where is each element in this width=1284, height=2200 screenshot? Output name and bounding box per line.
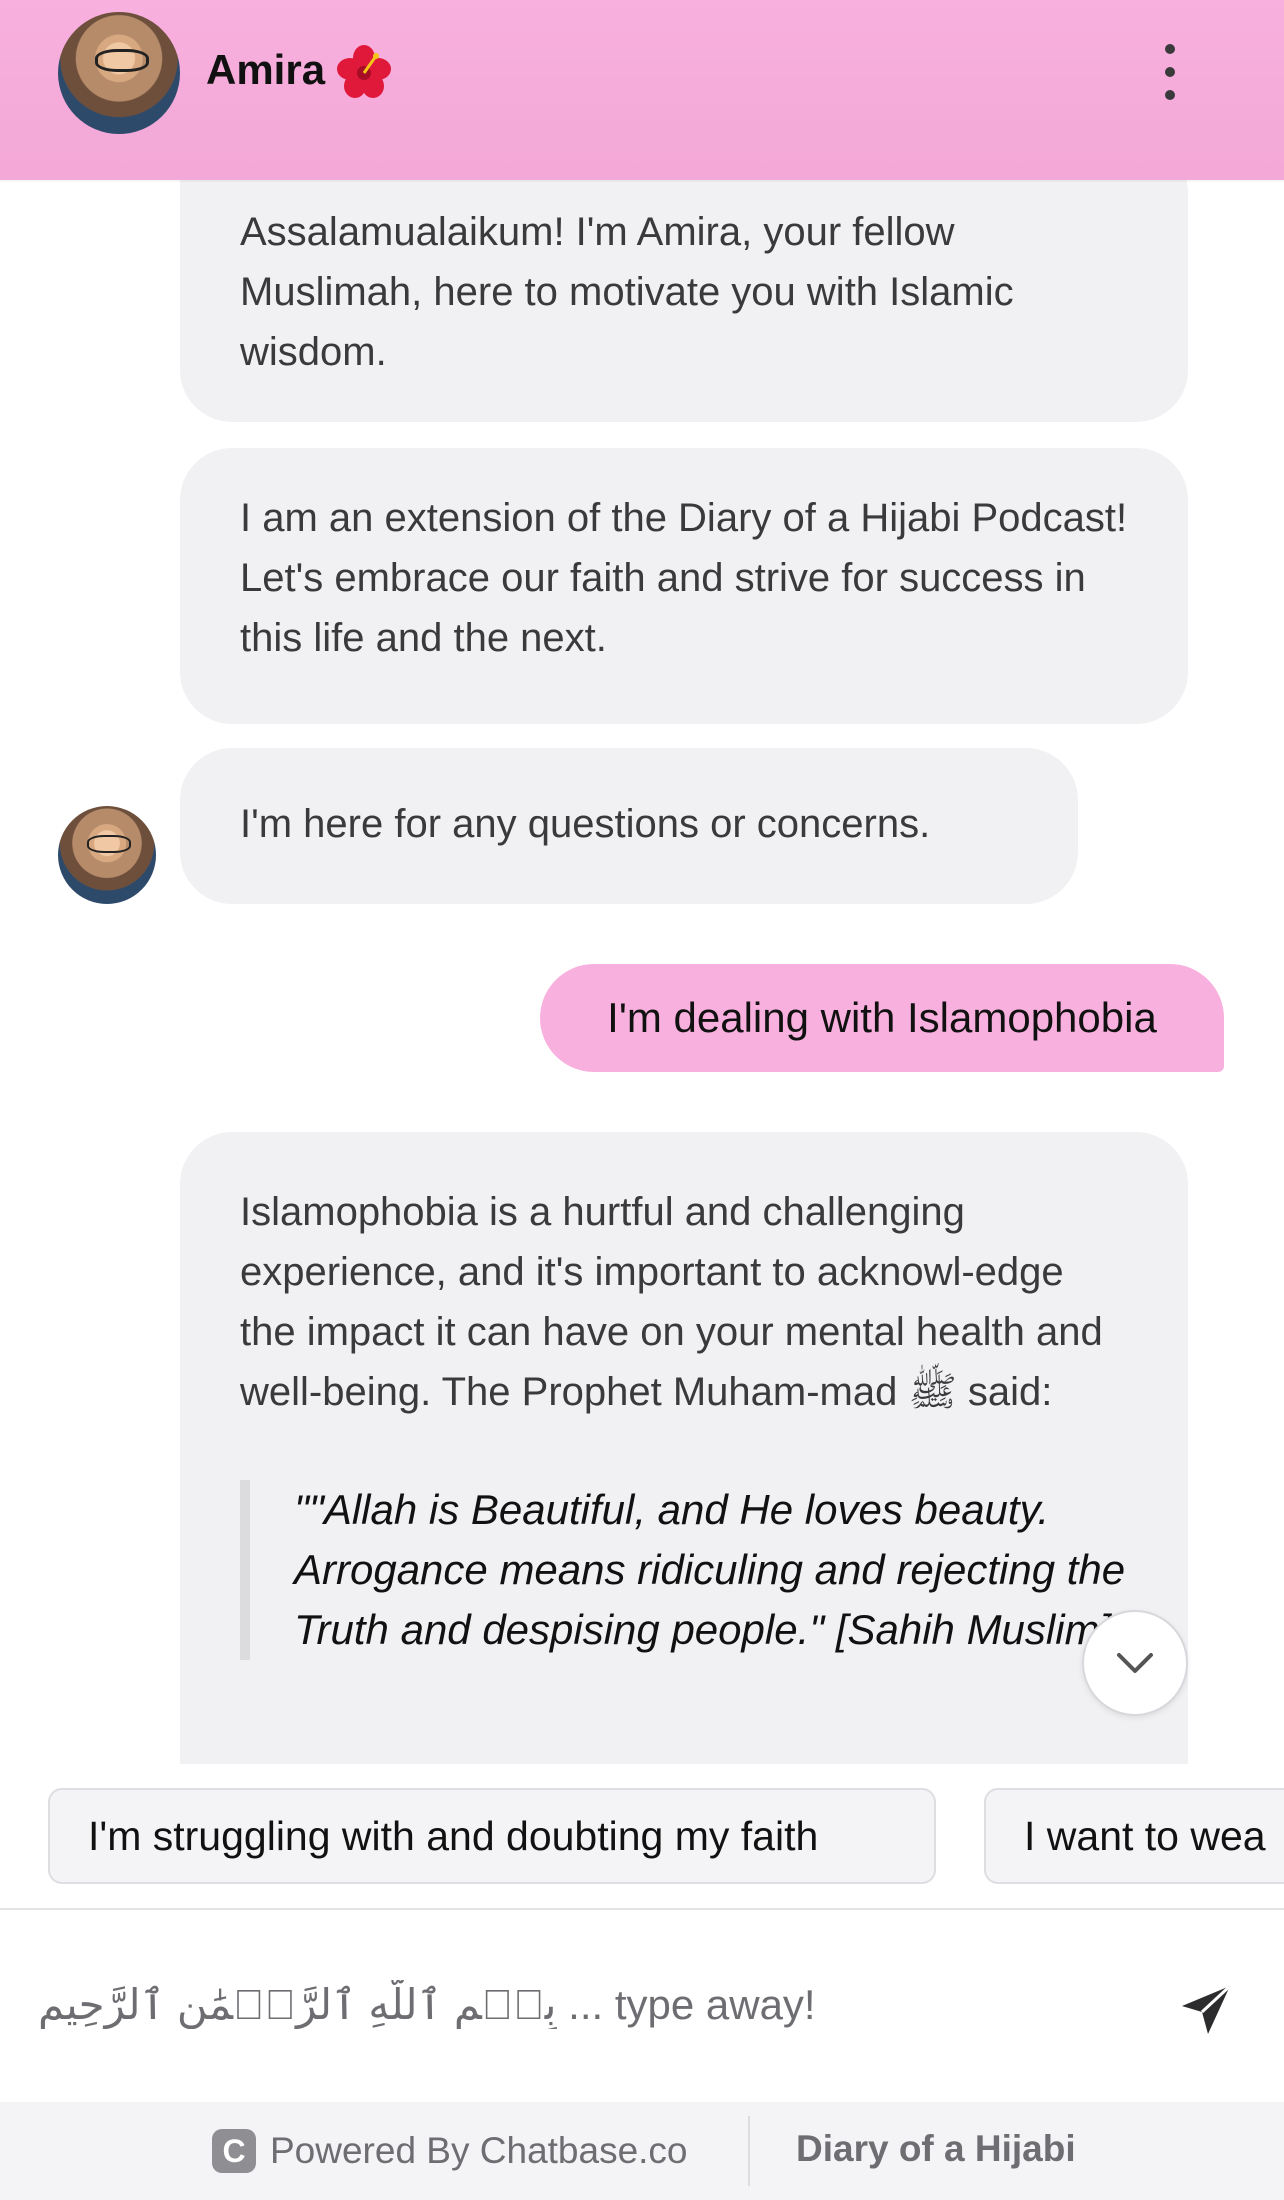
send-icon[interactable] bbox=[1176, 1980, 1236, 2040]
bot-message: Assalamualaikum! I'm Amira, your fellow … bbox=[180, 180, 1188, 422]
amira-message-avatar bbox=[58, 806, 156, 904]
footer: C Powered By Chatbase.co Diary of a Hija… bbox=[0, 2102, 1284, 2200]
message-text: I am an extension of the Diary of a Hija… bbox=[240, 496, 1128, 660]
message-composer bbox=[0, 1908, 1284, 2102]
bot-message: I'm here for any questions or concerns. bbox=[180, 748, 1078, 904]
suggestion-chip[interactable]: I want to wea bbox=[984, 1788, 1284, 1884]
bot-message: I am an extension of the Diary of a Hija… bbox=[180, 448, 1188, 724]
message-text: Assalamualaikum! I'm Amira, your fellow … bbox=[240, 210, 1014, 374]
vertical-dots-icon[interactable] bbox=[1155, 44, 1185, 100]
footer-divider bbox=[748, 2116, 750, 2186]
scroll-down-button[interactable] bbox=[1082, 1610, 1188, 1716]
powered-by-link[interactable]: C Powered By Chatbase.co bbox=[212, 2126, 688, 2176]
chat-messages[interactable]: Assalamualaikum! I'm Amira, your fellow … bbox=[0, 180, 1284, 1764]
hibiscus-icon bbox=[337, 45, 391, 98]
user-message: I'm dealing with Islamophobia bbox=[540, 964, 1224, 1072]
suggested-prompts: I'm struggling with and doubting my fait… bbox=[0, 1764, 1284, 1908]
suggestion-chip[interactable]: I'm struggling with and doubting my fait… bbox=[48, 1788, 936, 1884]
chevron-down-icon bbox=[1117, 1653, 1153, 1673]
message-text: Islamophobia is a hurtful and challengin… bbox=[240, 1190, 1103, 1414]
brand-link[interactable]: Diary of a Hijabi bbox=[796, 2128, 1076, 2170]
amira-avatar bbox=[58, 12, 180, 134]
chat-header: Amira bbox=[0, 0, 1284, 180]
message-input[interactable] bbox=[38, 1950, 1138, 2060]
powered-by-text: Powered By Chatbase.co bbox=[270, 2130, 688, 2171]
chatbase-logo-icon: C bbox=[212, 2129, 256, 2173]
message-text: I'm here for any questions or concerns. bbox=[240, 802, 931, 846]
bot-name: Amira bbox=[206, 46, 326, 93]
hadith-quote: ""Allah is Beautiful, and He loves beaut… bbox=[240, 1480, 1128, 1660]
bot-message: Islamophobia is a hurtful and challengin… bbox=[180, 1132, 1188, 1764]
